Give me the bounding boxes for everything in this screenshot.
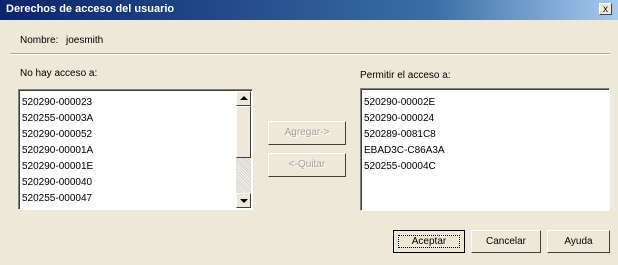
no-access-label: No hay acceso a: xyxy=(20,68,98,79)
list-item[interactable]: 520290-000052 xyxy=(22,127,93,143)
name-value: joesmith xyxy=(66,35,104,46)
list-item[interactable]: 520289-0081C8 xyxy=(364,127,445,143)
window-title: Derechos de acceso del usuario xyxy=(6,3,175,15)
access-rights-dialog: Derechos de acceso del usuario x Nombre:… xyxy=(0,0,618,265)
help-button[interactable]: Ayuda xyxy=(547,230,610,253)
list-item[interactable]: 520255-00004C xyxy=(364,159,445,175)
allow-access-label: Permitir el acceso a: xyxy=(360,70,451,81)
scroll-up-button[interactable] xyxy=(236,91,251,106)
name-label: Nombre: xyxy=(20,35,59,46)
close-button[interactable]: x xyxy=(599,3,612,15)
arrow-down-icon xyxy=(240,199,248,203)
scroll-down-button[interactable] xyxy=(236,193,251,208)
no-access-list[interactable]: 520290-000023 520255-00003A 520290-00005… xyxy=(18,89,253,210)
remove-button[interactable]: <-Quitar xyxy=(268,153,346,177)
list-item[interactable]: 520290-000024 xyxy=(364,111,445,127)
arrow-up-icon xyxy=(240,96,248,100)
close-icon: x xyxy=(603,4,608,15)
add-button[interactable]: Agregar-> xyxy=(268,121,346,145)
title-bar[interactable]: Derechos de acceso del usuario x xyxy=(0,0,618,20)
vertical-scrollbar[interactable] xyxy=(236,91,251,208)
list-item[interactable]: 520290-000023 xyxy=(22,95,93,111)
list-item[interactable]: 520255-00003A xyxy=(22,111,93,127)
cancel-button[interactable]: Cancelar xyxy=(471,230,541,253)
list-item[interactable]: 520290-00001E xyxy=(22,159,93,175)
list-item[interactable]: 520290-00001A xyxy=(22,143,93,159)
list-item[interactable]: 520290-00002E xyxy=(364,95,445,111)
accept-button-label: Aceptar xyxy=(411,236,447,247)
separator xyxy=(10,53,610,55)
allowed-access-list[interactable]: 520290-00002E 520290-000024 520289-0081C… xyxy=(360,88,610,211)
accept-button[interactable]: Aceptar xyxy=(393,230,465,253)
list-item[interactable]: 520290-000040 xyxy=(22,175,93,191)
list-item[interactable]: 520255-000047 xyxy=(22,191,93,207)
list-item[interactable]: EBAD3C-C86A3A xyxy=(364,143,445,159)
scroll-thumb[interactable] xyxy=(236,106,251,158)
